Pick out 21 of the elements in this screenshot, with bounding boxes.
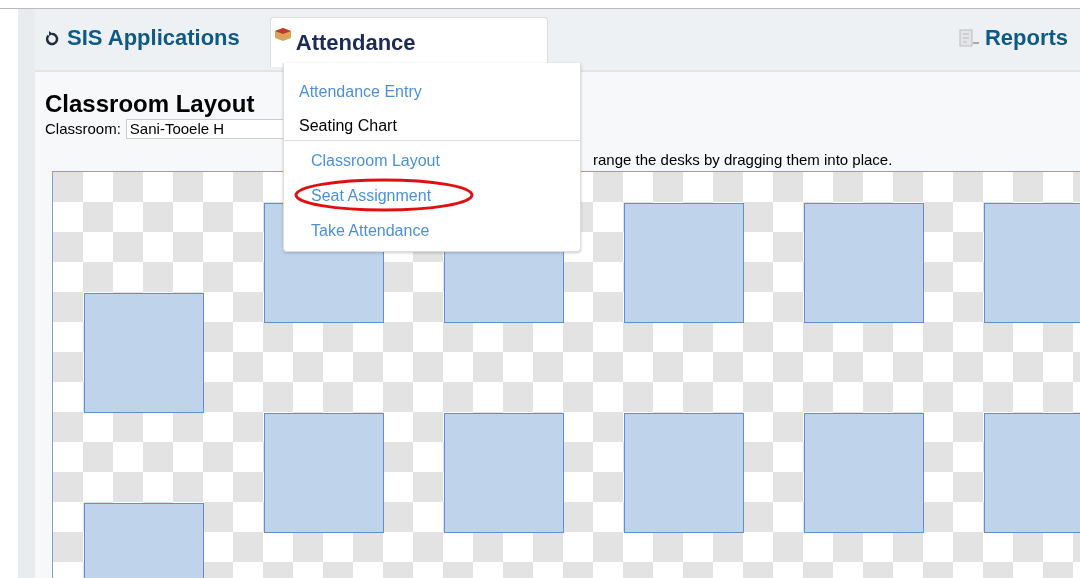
nav-link[interactable]: SIS Applications <box>45 21 240 54</box>
document-icon <box>958 28 981 47</box>
refresh-icon <box>45 29 59 46</box>
desk[interactable] <box>624 202 744 323</box>
page-title: Classroom Layout <box>45 90 255 118</box>
nav-tab[interactable]: Attendance <box>269 16 548 67</box>
desk[interactable] <box>444 412 564 533</box>
desk[interactable] <box>264 412 384 533</box>
menu-item[interactable]: Classroom Layout <box>311 149 440 173</box>
desk[interactable] <box>984 412 1080 533</box>
desk[interactable] <box>804 202 924 323</box>
menu-item[interactable]: Take Attendance <box>311 219 430 243</box>
desk[interactable] <box>84 292 204 413</box>
desk[interactable] <box>624 412 744 533</box>
menu-item[interactable]: Attendance Entry <box>284 80 422 104</box>
box-icon <box>273 25 292 42</box>
instruction-text: range the desks by dragging them into place. <box>593 150 893 169</box>
nav-link[interactable]: Reports <box>958 21 1068 54</box>
desk[interactable] <box>804 412 924 533</box>
desk[interactable] <box>984 202 1080 323</box>
classroom-label: Classroom: <box>45 119 121 139</box>
